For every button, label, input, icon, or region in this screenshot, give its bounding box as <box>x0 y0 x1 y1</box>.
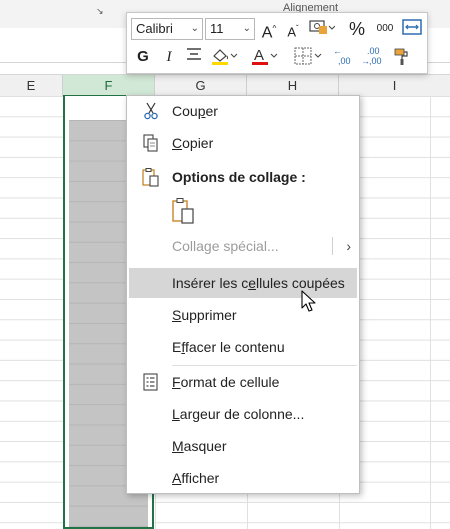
clipboard-paste-icon <box>172 198 194 224</box>
copy-icon <box>141 133 161 153</box>
paste-options-header: Options de collage : <box>127 162 359 192</box>
format-painter-icon[interactable] <box>391 46 415 68</box>
dialog-launcher-icon[interactable]: ↘ <box>96 6 106 16</box>
column-header-f[interactable]: F <box>63 75 155 97</box>
menu-item-paste-special[interactable]: Collage spécial... › <box>127 231 359 261</box>
svg-text:A: A <box>254 47 264 64</box>
decrease-font-size-icon[interactable]: Aˇ <box>283 18 303 40</box>
decrease-decimal-button[interactable]: .00 → ,00 <box>361 46 385 68</box>
menu-item-insert-cut-cells[interactable]: Insérer les cellules coupées <box>129 268 357 298</box>
grid-line <box>430 96 431 529</box>
bold-button[interactable]: G <box>133 46 153 68</box>
format-cells-icon <box>141 372 161 392</box>
center-align-icon[interactable] <box>183 46 205 68</box>
menu-item-format-cells[interactable]: Format de cellule <box>127 367 359 397</box>
column-header-e[interactable]: E <box>0 75 63 97</box>
font-name-select[interactable]: Calibri ⌄ <box>131 18 203 40</box>
chevron-down-icon: ⌄ <box>190 23 199 34</box>
chevron-down-icon: ⌄ <box>242 23 251 34</box>
font-color-icon[interactable]: A <box>249 46 281 68</box>
menu-separator <box>172 365 357 366</box>
mouse-pointer-icon <box>301 290 319 314</box>
menu-item-clear-contents[interactable]: Effacer le contenu <box>127 332 359 362</box>
percent-style-button[interactable]: % <box>347 18 367 40</box>
menu-item-column-width[interactable]: Largeur de colonne... <box>127 399 359 429</box>
chevron-right-icon[interactable]: › <box>346 231 351 261</box>
borders-icon[interactable] <box>291 46 325 68</box>
menu-item-copy[interactable]: Copier <box>127 128 359 158</box>
mini-toolbar: Calibri ⌄ 11 ⌄ A^ Aˇ % 000 G I A ← ,00 .0… <box>126 12 428 74</box>
font-size-select[interactable]: 11 ⌄ <box>205 18 255 40</box>
column-header-i[interactable]: I <box>339 75 450 97</box>
submenu-divider <box>332 237 333 255</box>
column-header-g[interactable]: G <box>155 75 247 97</box>
thousands-separator-button[interactable]: 000 <box>373 18 397 40</box>
menu-item-cut[interactable]: Couper <box>127 96 359 126</box>
accounting-format-icon[interactable] <box>307 18 337 40</box>
menu-item-unhide[interactable]: Afficher <box>127 463 359 493</box>
italic-button[interactable]: I <box>159 46 179 68</box>
menu-item-delete[interactable]: Supprimer <box>127 300 359 330</box>
column-header-h[interactable]: H <box>247 75 339 97</box>
menu-item-hide[interactable]: Masquer <box>127 431 359 461</box>
increase-decimal-button[interactable]: ← ,00 <box>333 46 357 68</box>
merge-center-icon[interactable] <box>401 18 423 40</box>
increase-font-size-icon[interactable]: A^ <box>259 18 279 41</box>
fill-color-icon[interactable] <box>209 46 241 68</box>
paste-button[interactable] <box>170 196 198 226</box>
context-menu: Couper Copier Options de collage : Colla… <box>126 95 360 494</box>
scissors-icon <box>141 101 161 121</box>
paste-options-icon <box>141 167 161 187</box>
